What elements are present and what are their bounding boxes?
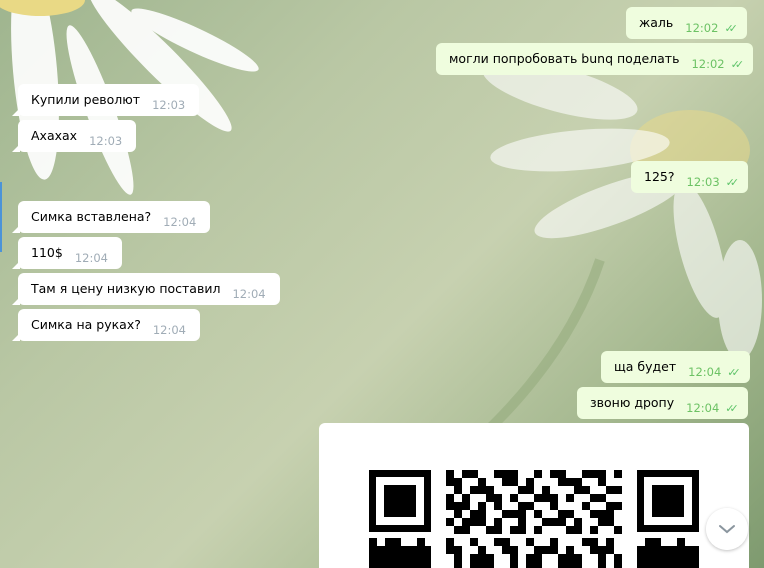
double-check-icon: ✓✓	[724, 21, 738, 35]
message-time: 12:04	[152, 323, 187, 337]
message-outgoing[interactable]: жаль 12:02 ✓✓	[626, 7, 747, 39]
message-time: 12:02	[685, 21, 719, 35]
message-text: Там я цену низкую поставил	[31, 281, 221, 296]
message-text: Купили револют	[31, 92, 141, 107]
window-edge-indicator	[0, 182, 2, 252]
message-time: 12:04	[686, 401, 720, 415]
message-text: ща будет	[614, 359, 677, 374]
message-time: 12:02	[691, 57, 725, 71]
double-check-icon: ✓✓	[725, 175, 740, 189]
message-text: 125?	[644, 169, 675, 184]
message-incoming[interactable]: Там я цену низкую поставил 12:04	[12, 273, 280, 305]
message-text: Симка вставлена?	[31, 209, 152, 224]
message-incoming[interactable]: 110$ 12:04	[12, 237, 122, 269]
message-time: 12:03	[152, 98, 186, 112]
qr-code-image	[369, 470, 699, 568]
message-outgoing[interactable]: 125? 12:03 ✓✓	[631, 161, 749, 193]
message-incoming[interactable]: Купили револют 12:03	[11, 84, 200, 116]
message-text: могли попробовать bunq поделать	[449, 51, 680, 66]
message-text: Ахахах	[31, 128, 78, 143]
message-text: 110$	[31, 245, 63, 260]
double-check-icon: ✓✓	[730, 57, 745, 71]
message-outgoing[interactable]: могли попробовать bunq поделать 12:02 ✓✓	[436, 43, 754, 75]
message-text: звоню дропу	[590, 395, 675, 410]
double-check-icon: ✓✓	[725, 401, 739, 415]
message-time: 12:03	[686, 175, 720, 189]
message-text: жаль	[639, 15, 674, 30]
message-incoming[interactable]: Симка вставлена? 12:04	[11, 201, 211, 233]
message-incoming[interactable]: Симка на руках? 12:04	[11, 309, 201, 341]
message-time: 12:04	[74, 251, 108, 265]
chevron-down-icon	[719, 525, 735, 534]
scroll-down-button[interactable]	[706, 508, 748, 550]
message-time: 12:04	[163, 215, 197, 229]
message-outgoing[interactable]: ща будет 12:04 ✓✓	[601, 351, 750, 383]
double-check-icon: ✓✓	[727, 365, 741, 379]
message-text: Симка на руках?	[31, 317, 141, 332]
message-incoming[interactable]: Ахахах 12:03	[11, 120, 137, 152]
image-attachment[interactable]	[319, 423, 749, 568]
message-time: 12:04	[688, 365, 722, 379]
message-time: 12:04	[232, 287, 266, 301]
message-outgoing[interactable]: звоню дропу 12:04 ✓✓	[577, 387, 748, 419]
message-time: 12:03	[89, 134, 123, 148]
